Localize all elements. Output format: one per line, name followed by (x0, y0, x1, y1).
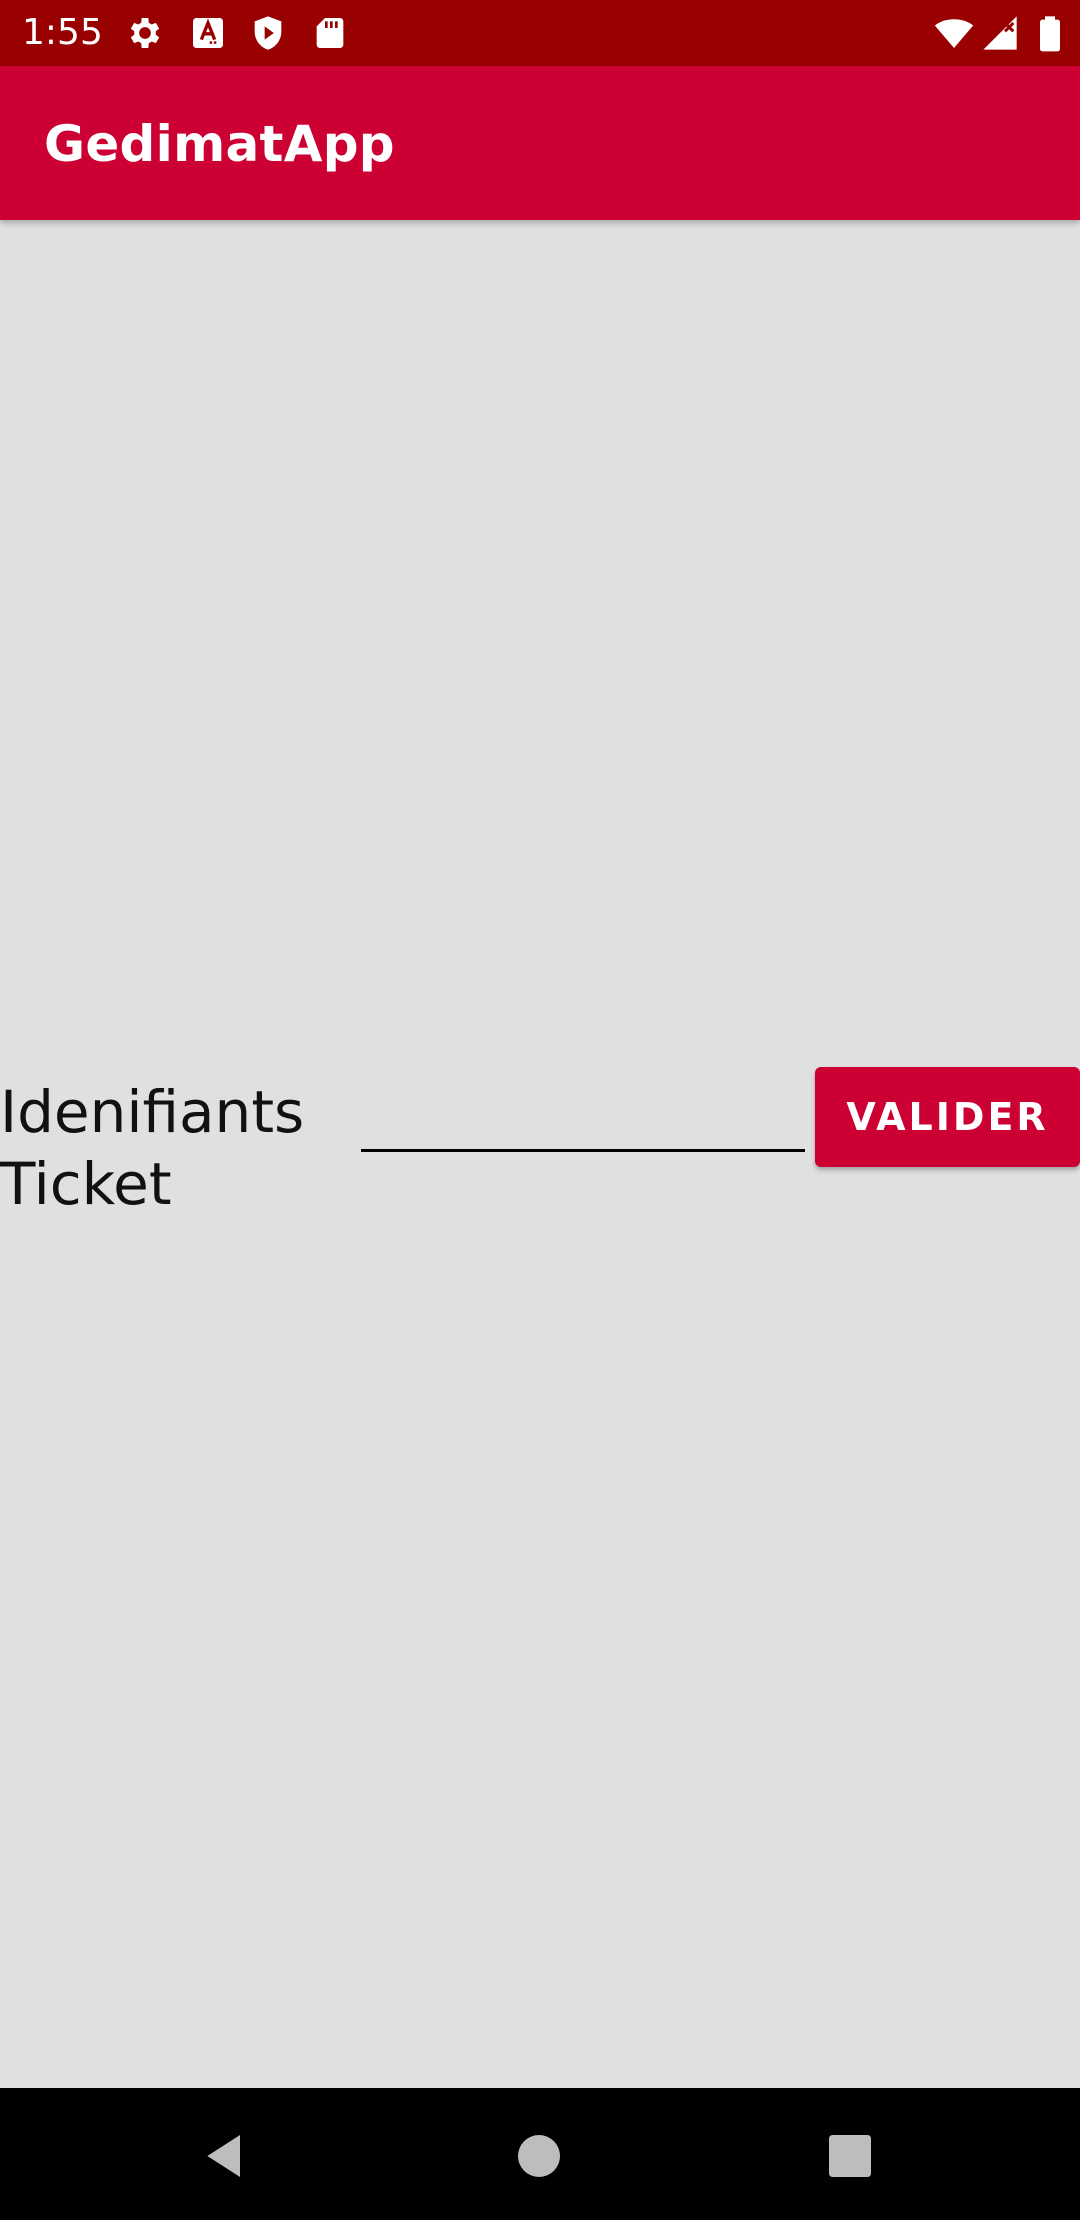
sd-card-icon (316, 18, 344, 48)
status-bar: 1:55 (0, 0, 1080, 66)
recents-icon[interactable] (822, 2128, 878, 2184)
gear-icon (130, 18, 160, 48)
a-notification-icon (193, 18, 223, 48)
cellular-signal-icon (983, 16, 1017, 50)
play-protect-icon (254, 16, 282, 50)
battery-icon (1040, 16, 1060, 52)
wifi-icon (934, 19, 974, 48)
valider-button[interactable]: VALIDER (815, 1067, 1080, 1167)
ticket-id-label: Idenifiants Ticket (0, 1078, 305, 1218)
back-icon[interactable] (198, 2128, 254, 2184)
home-icon[interactable] (511, 2128, 567, 2184)
ticket-id-input[interactable] (361, 1080, 805, 1152)
status-time: 1:55 (22, 12, 103, 53)
app-title: GedimatApp (44, 115, 395, 173)
app-bar: GedimatApp (0, 66, 1080, 220)
